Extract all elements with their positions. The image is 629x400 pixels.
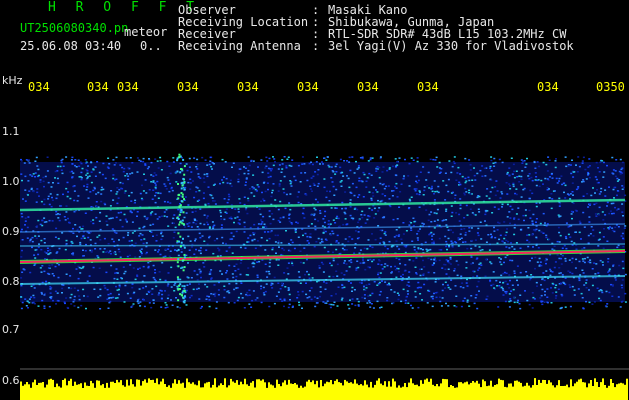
spectrogram <box>19 153 629 400</box>
time-axis: 034 034 034 034 034 034 034 034 034 0350 <box>0 76 629 96</box>
date-time: 25.06.08 03:40 <box>20 39 122 53</box>
time-tick: 034 <box>537 80 559 94</box>
power-bar <box>20 378 628 400</box>
freq-label: 0.8 <box>2 275 20 288</box>
time-tick: 034 <box>417 80 439 94</box>
antenna-label: Receiving Antenna <box>178 39 301 53</box>
freq-label: 0.9 <box>2 225 20 238</box>
time-tick: 034 <box>237 80 259 94</box>
time-tick: 034 <box>177 80 199 94</box>
noise-field <box>20 156 627 310</box>
freq-label: 1.1 <box>2 125 20 138</box>
time-tick: 034 <box>357 80 379 94</box>
time-tick: 034 <box>28 80 50 94</box>
meteor-count: 0.. <box>140 39 162 53</box>
time-tick: 034 <box>117 80 139 94</box>
freq-label: 0.6 <box>2 374 20 387</box>
freq-label: 1.0 <box>2 175 20 188</box>
time-tick: 0350 <box>596 80 625 94</box>
separator: : <box>312 39 320 53</box>
freq-label: 0.7 <box>2 323 20 336</box>
time-tick: 034 <box>87 80 109 94</box>
time-tick: 034 <box>297 80 319 94</box>
detector-label: meteor <box>124 25 168 39</box>
antenna-value: 3el Yagi(V) Az 330 for Vladivostok <box>328 39 574 53</box>
file-name: UT2506080340.pn <box>20 21 129 35</box>
